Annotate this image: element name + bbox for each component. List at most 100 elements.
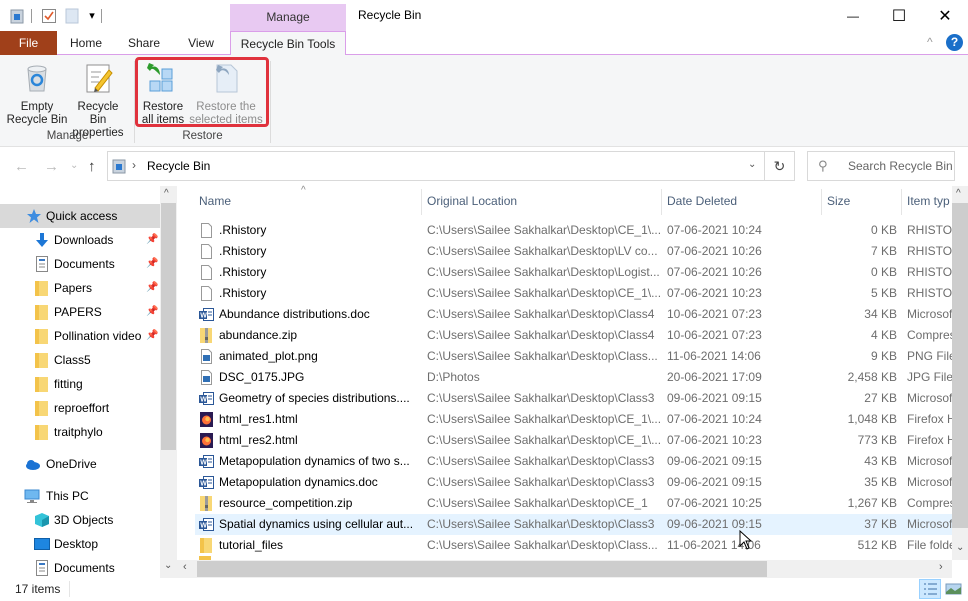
file-row[interactable]: animated_plot.png C:\Users\Sailee Sakhalk… <box>195 346 952 367</box>
forward-button[interactable]: → <box>44 158 59 175</box>
pin-icon[interactable]: 📌 <box>146 300 158 324</box>
star-icon <box>26 208 42 224</box>
nav-scroll-thumb[interactable] <box>161 203 176 450</box>
scroll-down-icon[interactable]: ⌄ <box>956 542 964 553</box>
refresh-button[interactable]: ↻ <box>765 151 795 181</box>
scroll-up-icon[interactable]: ^ <box>956 188 961 199</box>
column-header-name[interactable]: Name <box>199 194 231 208</box>
file-item-type: Microsoft <box>907 475 952 489</box>
pin-icon[interactable]: 📌 <box>146 276 158 300</box>
tab-view[interactable]: View <box>177 31 225 55</box>
nav-item-desktop[interactable]: Desktop <box>0 532 160 556</box>
scroll-up-icon[interactable]: ^ <box>164 188 169 199</box>
nav-item-reproeffort[interactable]: reproeffort <box>0 396 160 420</box>
column-separator[interactable] <box>821 189 822 215</box>
column-header-size[interactable]: Size <box>827 194 850 208</box>
breadcrumb-separator: › <box>132 158 136 172</box>
large-icons-view-button[interactable] <box>945 581 963 597</box>
vertical-scrollbar[interactable]: ^ ⌄ <box>952 186 968 560</box>
word-document-icon: W <box>199 391 214 406</box>
svg-text:W: W <box>200 313 207 320</box>
pin-icon[interactable]: 📌 <box>146 324 158 348</box>
file-row[interactable]: W Metapopulation dynamics of two s... C:\U… <box>195 451 952 472</box>
scroll-down-icon[interactable]: ⌄ <box>164 560 172 571</box>
nav-item-class5[interactable]: Class5 <box>0 348 160 372</box>
new-folder-icon[interactable] <box>64 8 80 24</box>
tab-recycle-bin-tools[interactable]: Recycle Bin Tools <box>230 31 346 56</box>
nav-scrollbar[interactable]: ^ ⌄ <box>160 186 177 578</box>
file-row[interactable]: .Rhistory C:\Users\Sailee Sakhalkar\Deskt… <box>195 283 952 304</box>
file-row[interactable]: tutorial_files C:\Users\Sailee Sakhalkar\… <box>195 535 952 556</box>
recycle-bin-icon[interactable] <box>9 8 25 24</box>
group-label-restore: Restore <box>182 130 223 142</box>
title-bar: ▾ Manage Recycle Bin — ☐ ✕ <box>0 0 968 31</box>
horizontal-scroll-thumb[interactable] <box>197 561 767 577</box>
tab-home[interactable]: Home <box>62 31 110 55</box>
scroll-left-icon[interactable]: ‹ <box>183 561 187 573</box>
column-separator[interactable] <box>421 189 422 215</box>
file-date-deleted: 20-06-2021 17:09 <box>667 370 762 384</box>
close-button[interactable]: ✕ <box>922 0 968 31</box>
help-icon[interactable]: ? <box>946 34 963 51</box>
customize-qat-icon[interactable]: ▾ <box>84 8 100 24</box>
maximize-button[interactable]: ☐ <box>876 0 922 31</box>
properties-check-icon[interactable] <box>41 8 57 24</box>
vertical-scroll-thumb[interactable] <box>952 203 968 528</box>
file-row[interactable]: W Geometry of species distributions.... C:… <box>195 388 952 409</box>
up-button[interactable]: ↑ <box>88 158 96 175</box>
file-row[interactable]: .Rhistory C:\Users\Sailee Sakhalkar\Deskt… <box>195 262 952 283</box>
column-header-original-location[interactable]: Original Location <box>427 194 517 208</box>
file-date-deleted: 07-06-2021 10:23 <box>667 433 762 447</box>
file-row[interactable]: .Rhistory C:\Users\Sailee Sakhalkar\Deskt… <box>195 220 952 241</box>
column-separator[interactable] <box>661 189 662 215</box>
file-size: 43 KB <box>864 454 897 468</box>
nav-item-pollination-video[interactable]: Pollination video 📌 <box>0 324 160 348</box>
file-row[interactable]: W Abundance distributions.doc C:\Users\Sai… <box>195 304 952 325</box>
nav-item-traitphylo[interactable]: traitphylo <box>0 420 160 444</box>
horizontal-scrollbar[interactable]: ‹ › <box>177 560 952 578</box>
file-row[interactable]: DSC_0175.JPG D:\Photos 20-06-2021 17:09 2,4… <box>195 367 952 388</box>
search-input[interactable]: ⚲ Search Recycle Bin <box>807 151 955 181</box>
file-name: Spatial dynamics using cellular aut... <box>219 517 414 531</box>
file-row[interactable]: resource_competition.zip C:\Users\Sailee … <box>195 493 952 514</box>
scroll-right-icon[interactable]: › <box>939 561 943 573</box>
file-row[interactable]: html_res2.html C:\Users\Sailee Sakhalkar\… <box>195 430 952 451</box>
file-row[interactable]: abundance.zip C:\Users\Sailee Sakhalkar\D… <box>195 325 952 346</box>
empty-recycle-bin-label-1: Empty <box>20 101 54 113</box>
file-row[interactable]: W Spatial dynamics using cellular aut... C… <box>195 514 952 535</box>
column-separator[interactable] <box>901 189 902 215</box>
column-header-item-type[interactable]: Item typ <box>907 194 950 208</box>
recycle-bin-icon <box>111 158 127 174</box>
nav-item-papers-upper[interactable]: PAPERS 📌 <box>0 300 160 324</box>
address-bar[interactable]: › Recycle Bin ⌄ <box>107 151 765 181</box>
nav-item-documents[interactable]: Documents 📌 <box>0 252 160 276</box>
empty-recycle-bin-button[interactable]: Empty Recycle Bin <box>6 59 68 127</box>
nav-item-this-pc[interactable]: This PC <box>0 484 160 508</box>
details-view-button[interactable] <box>919 579 941 599</box>
file-original-location: C:\Users\Sailee Sakhalkar\Desktop\LV co.… <box>427 244 658 258</box>
file-row[interactable]: html_res1.html C:\Users\Sailee Sakhalkar\… <box>195 409 952 430</box>
file-row[interactable]: .Rhistory C:\Users\Sailee Sakhalkar\Deskt… <box>195 241 952 262</box>
nav-item-downloads[interactable]: Downloads 📌 <box>0 228 160 252</box>
nav-item-papers[interactable]: Papers 📌 <box>0 276 160 300</box>
breadcrumb-recycle-bin[interactable]: Recycle Bin <box>147 159 210 173</box>
recent-locations-button[interactable]: ⌄ <box>70 160 78 171</box>
address-dropdown-icon[interactable]: ⌄ <box>748 159 756 170</box>
pin-icon[interactable]: 📌 <box>146 252 158 276</box>
minimize-icon: — <box>847 8 859 23</box>
nav-item-3d-objects[interactable]: 3D Objects <box>0 508 160 532</box>
nav-item-onedrive[interactable]: OneDrive <box>0 452 160 476</box>
nav-item-documents-pc[interactable]: Documents <box>0 556 160 580</box>
collapse-ribbon-icon[interactable]: ^ <box>927 35 933 49</box>
file-row[interactable]: W Metapopulation dynamics.doc C:\Users\Sai… <box>195 472 952 493</box>
tab-share[interactable]: Share <box>120 31 168 55</box>
back-button[interactable]: ← <box>14 158 29 175</box>
tab-file[interactable]: File <box>0 31 57 55</box>
group-label-manage: Manage <box>46 130 89 142</box>
column-header-date-deleted[interactable]: Date Deleted <box>667 194 737 208</box>
pin-icon[interactable]: 📌 <box>146 228 158 252</box>
nav-item-fitting[interactable]: fitting <box>0 372 160 396</box>
recycle-bin-properties-button[interactable]: Recycle Bin properties <box>68 59 128 140</box>
minimize-button[interactable]: — <box>830 0 876 31</box>
nav-item-quick-access[interactable]: Quick access <box>0 204 160 228</box>
